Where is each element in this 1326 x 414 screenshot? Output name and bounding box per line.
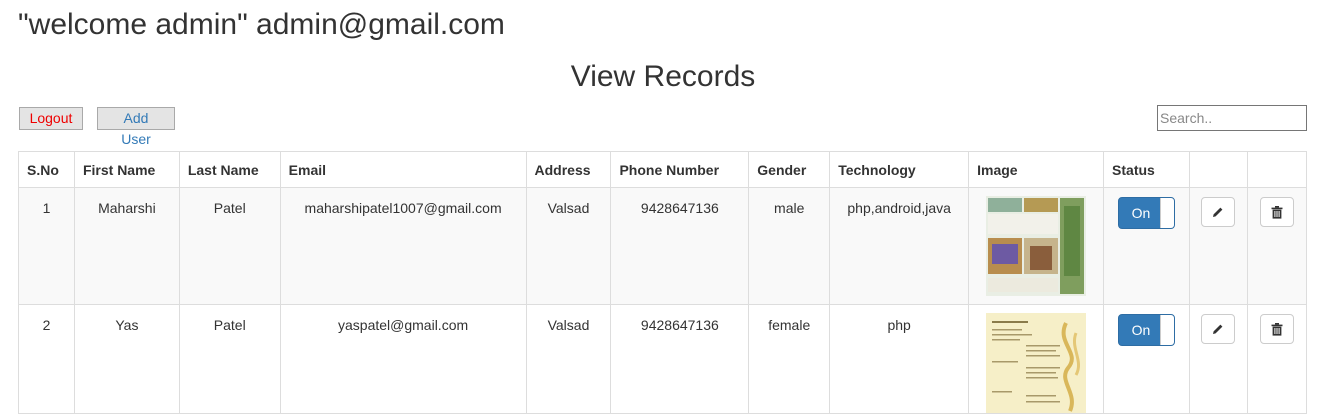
cell-address: Valsad bbox=[525, 304, 612, 414]
cell-edit bbox=[1188, 304, 1248, 414]
record-image-thumbnail bbox=[986, 313, 1087, 413]
edit-button[interactable] bbox=[1201, 197, 1236, 227]
add-user-button[interactable]: Add User bbox=[97, 107, 175, 147]
col-delete bbox=[1246, 151, 1308, 188]
cell-gender: female bbox=[748, 304, 831, 414]
table-row: 1 Maharshi Patel maharshipatel1007@gmail… bbox=[18, 187, 1308, 305]
delete-button[interactable] bbox=[1259, 197, 1294, 227]
cell-address: Valsad bbox=[525, 187, 612, 305]
cell-email: maharshipatel1007@gmail.com bbox=[279, 187, 527, 305]
cell-last-name: Patel bbox=[178, 187, 281, 305]
col-gender: Gender bbox=[748, 151, 831, 188]
search-input[interactable] bbox=[1157, 105, 1307, 131]
table-header-row: S.No First Name Last Name Email Address … bbox=[18, 151, 1308, 188]
pencil-icon bbox=[1213, 207, 1223, 217]
col-phone: Phone Number bbox=[610, 151, 750, 188]
cell-sno: 1 bbox=[18, 187, 75, 305]
trash-icon bbox=[1271, 206, 1283, 219]
col-status: Status bbox=[1103, 151, 1190, 188]
status-toggle-knob bbox=[1160, 198, 1175, 228]
page-title: View Records bbox=[570, 60, 756, 93]
pencil-icon bbox=[1213, 324, 1223, 334]
status-toggle-label: On bbox=[1131, 322, 1151, 338]
col-sno: S.No bbox=[18, 151, 75, 188]
cell-technology: php,android,java bbox=[829, 187, 970, 305]
cell-phone: 9428647136 bbox=[610, 187, 750, 305]
status-toggle-knob bbox=[1160, 315, 1175, 345]
col-technology: Technology bbox=[829, 151, 970, 188]
cell-gender: male bbox=[748, 187, 831, 305]
cell-first-name: Maharshi bbox=[73, 187, 180, 305]
status-toggle[interactable]: On bbox=[1118, 197, 1176, 229]
cell-edit bbox=[1188, 187, 1248, 305]
cell-phone: 9428647136 bbox=[610, 304, 750, 414]
cell-sno: 2 bbox=[18, 304, 75, 414]
cell-status: On bbox=[1103, 187, 1190, 305]
col-address: Address bbox=[525, 151, 612, 188]
cell-last-name: Patel bbox=[178, 304, 281, 414]
edit-button[interactable] bbox=[1201, 314, 1236, 344]
cell-delete bbox=[1246, 187, 1308, 305]
cell-status: On bbox=[1103, 304, 1190, 414]
record-image-thumbnail bbox=[986, 196, 1087, 296]
status-toggle[interactable]: On bbox=[1118, 314, 1176, 346]
logout-button[interactable]: Logout bbox=[19, 107, 83, 130]
col-first-name: First Name bbox=[73, 151, 180, 188]
table-row: 2 Yas Patel yaspatel@gmail.com Valsad 94… bbox=[18, 304, 1308, 414]
col-edit bbox=[1188, 151, 1248, 188]
cell-image bbox=[968, 304, 1105, 414]
welcome-text: "welcome admin" admin@gmail.com bbox=[18, 8, 505, 41]
cell-email: yaspatel@gmail.com bbox=[279, 304, 527, 414]
cell-image bbox=[968, 187, 1105, 305]
cell-first-name: Yas bbox=[73, 304, 180, 414]
cell-delete bbox=[1246, 304, 1308, 414]
records-table: S.No First Name Last Name Email Address … bbox=[18, 151, 1308, 414]
status-toggle-label: On bbox=[1131, 205, 1151, 221]
col-image: Image bbox=[968, 151, 1105, 188]
cell-technology: php bbox=[829, 304, 970, 414]
trash-icon bbox=[1271, 323, 1283, 336]
delete-button[interactable] bbox=[1259, 314, 1294, 344]
col-last-name: Last Name bbox=[178, 151, 281, 188]
col-email: Email bbox=[279, 151, 527, 188]
